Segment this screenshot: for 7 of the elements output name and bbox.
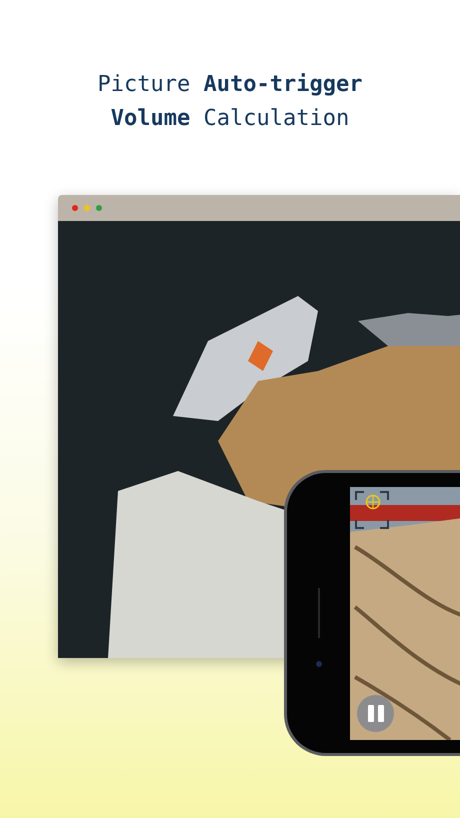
window-control-dot[interactable] [72,205,78,211]
viewfinder-frame-icon [354,490,390,530]
window-control-dot[interactable] [84,205,90,211]
target-icon [365,494,381,510]
headline-text: Volume Calculation [110,105,350,133]
headline-text: Picture Auto-trigger [96,71,364,99]
window-control-dot[interactable] [96,205,102,211]
